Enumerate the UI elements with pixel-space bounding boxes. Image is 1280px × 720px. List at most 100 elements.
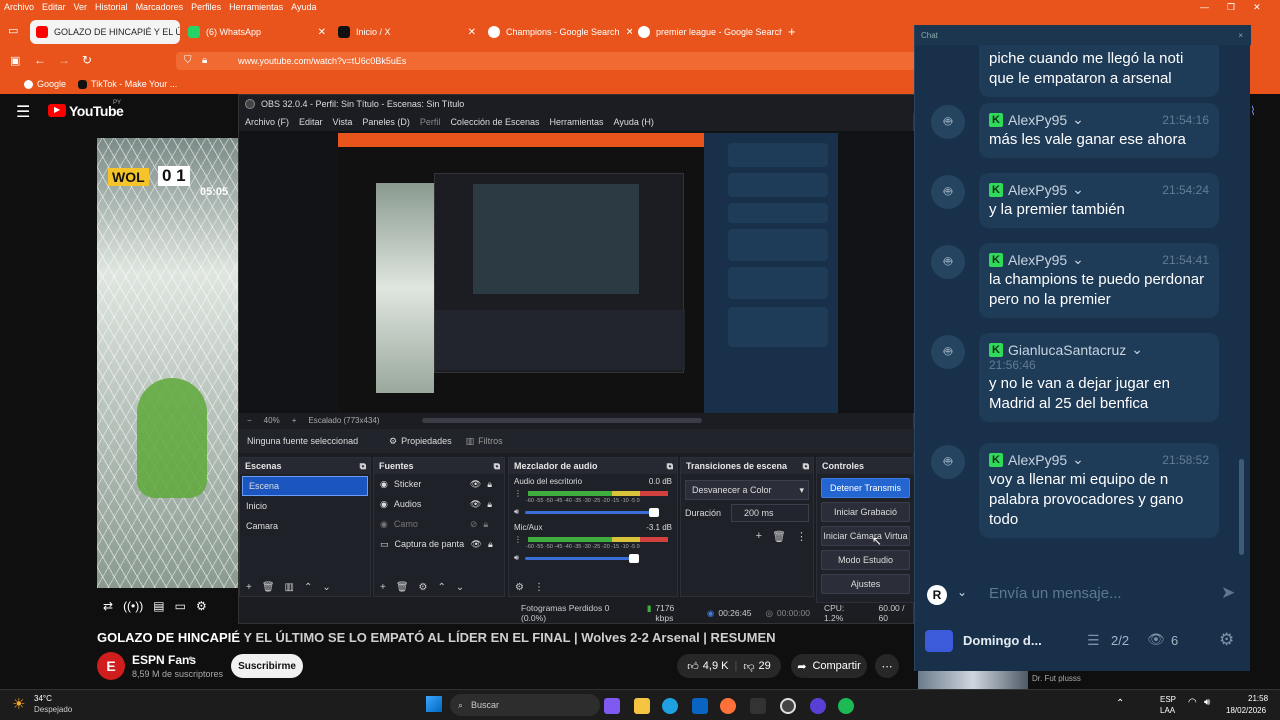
weather-temp[interactable]: 34°C [34,694,52,703]
loop-icon[interactable]: ⇄ [103,599,113,613]
tab-premier[interactable]: premier league - Google Search ✕ [632,20,782,44]
trash-icon[interactable]: 🗑︎ [396,582,409,593]
bookmark-google[interactable]: Google [24,79,66,89]
source-item[interactable]: ◉ Audios 👁︎ 🔒︎ [374,494,504,514]
menu-ayuda[interactable]: Ayuda [291,2,316,12]
like-button[interactable]: 👍︎ 4,9 K [687,660,728,673]
message-user[interactable]: AlexPy95 [1008,252,1067,268]
speaker-icon[interactable]: 🔊︎ [514,553,519,563]
stream-user[interactable]: Domingo d... [963,633,1042,648]
chevron-down-icon[interactable]: ⌄ [1131,341,1143,358]
windows-start-icon[interactable] [426,696,442,712]
scene-item[interactable]: Escena [242,476,368,496]
volume-icon[interactable]: 🔊︎ [1204,697,1210,708]
chevron-down-icon[interactable]: ⌄ [1072,111,1084,128]
studio-mode-button[interactable]: Modo Estudio [821,550,910,570]
obs-menu-paneles[interactable]: Paneles (D) [362,117,410,127]
lang-code[interactable]: ESP [1160,695,1176,704]
subscribe-button[interactable]: Suscribirme [231,654,303,678]
scene-item[interactable]: Inicio [240,496,370,516]
more-vertical-icon[interactable]: ⋮ [796,530,807,543]
minimize-icon[interactable]: — [1200,2,1209,12]
forward-icon[interactable]: → [58,53,70,67]
add-icon[interactable]: + [246,582,252,593]
add-icon[interactable]: + [756,530,762,543]
menu-marcadores[interactable]: Marcadores [136,2,184,12]
menu-ver[interactable]: Ver [74,2,88,12]
menu-historial[interactable]: Historial [95,2,128,12]
wifi-icon[interactable]: ◠ [1188,697,1197,708]
bookmark-tiktok[interactable]: TikTok - Make Your ... [78,79,177,89]
settings-button[interactable]: Ajustes [821,574,910,594]
video-player[interactable] [97,138,247,588]
chat-message-input[interactable]: Envía un mensaje... [989,585,1122,602]
taskbar-search[interactable]: ⌕ Buscar [450,694,600,716]
tab-list-icon[interactable]: ▭ [8,24,18,37]
lock-icon[interactable]: 🔒︎ [487,499,492,510]
scene-item[interactable]: Camara [240,516,370,536]
maximize-icon[interactable]: ❐ [1227,2,1235,13]
new-tab-icon[interactable]: + [788,24,796,39]
copilot-icon[interactable] [604,698,620,714]
miniplayer-icon[interactable]: ▭ [175,599,186,613]
lock-icon[interactable]: 🔒︎ [488,539,493,550]
tab-champions[interactable]: Champions - Google Search ✕ [482,20,632,44]
undock-icon[interactable]: ⧉ [667,461,673,472]
dislike-button[interactable]: 👎︎ 29 [743,660,770,673]
tab-whatsapp[interactable]: (6) WhatsApp ✕ [182,20,332,44]
chevron-down-icon[interactable]: ⌄ [957,585,967,599]
add-icon[interactable]: + [380,582,386,593]
undock-icon[interactable]: ⧉ [360,461,366,472]
more-button[interactable]: ⋯ [875,654,899,678]
app-icon[interactable] [810,698,826,714]
channel-avatar[interactable]: E [97,652,125,680]
hamburger-menu-icon[interactable]: ☰ [16,102,30,122]
video-thumbnail[interactable] [918,671,1028,689]
close-tab-icon[interactable]: ✕ [318,27,326,38]
message-user[interactable]: AlexPy95 [1008,112,1067,128]
file-explorer-icon[interactable] [634,698,650,714]
obs-menu-coleccion[interactable]: Colección de Escenas [450,117,539,127]
obs-menu-vista[interactable]: Vista [333,117,353,127]
tracking-shield-icon[interactable]: ⛉ [184,55,192,66]
filter-icon[interactable]: ▥ [285,582,294,593]
stop-stream-button[interactable]: Detener Transmis [821,478,910,498]
chat-scrollbar[interactable] [1239,459,1244,555]
properties-button[interactable]: ⚙ Propiedades [389,436,452,447]
visibility-eye-icon[interactable]: 👁︎ [470,479,481,490]
virtual-camera-button[interactable]: Iniciar Cámara Virtua [821,526,910,546]
obs-menu-archivo[interactable]: Archivo (F) [245,117,289,127]
share-button[interactable]: ➦ Compartir [791,654,867,678]
user-avatar[interactable]: 🤖︎ [931,175,965,209]
gear-icon[interactable]: ⚙ [419,582,428,593]
volume-slider[interactable] [525,553,640,563]
volume-slider[interactable] [525,507,660,517]
back-icon[interactable]: ← [34,53,46,67]
menu-herramientas[interactable]: Herramientas [229,2,283,12]
trash-icon[interactable]: 🗑︎ [262,582,275,593]
obs-menu-editar[interactable]: Editar [299,117,323,127]
broadcast-icon[interactable]: ((•)) [123,599,143,613]
clock-time[interactable]: 21:58 [1248,694,1268,703]
source-item[interactable]: ◉ Sticker 👁︎ 🔒︎ [374,474,504,494]
lock-icon[interactable]: 🔒︎ [487,479,492,490]
chevron-down-icon[interactable]: ⌄ [1072,181,1084,198]
hidden-eye-icon[interactable]: ⊘ [470,519,478,530]
obs-preview-canvas[interactable] [338,133,838,413]
start-recording-button[interactable]: Iniciar Grabació [821,502,910,522]
user-avatar[interactable]: 🤖︎ [931,105,965,139]
tray-chevron-up-icon[interactable]: ⌃ [1116,698,1124,709]
obs-menu-herramientas[interactable]: Herramientas [550,117,604,127]
user-avatar[interactable]: 🤖︎ [931,445,965,479]
gear-icon[interactable]: ⚙ [515,582,524,593]
chevron-down-icon[interactable]: ⌄ [1072,451,1084,468]
obs-menu-perfil[interactable]: Perfil [420,117,441,127]
close-tab-icon[interactable]: ✕ [468,27,476,38]
mic-icon[interactable]: ⌇ [1250,104,1256,118]
chevron-down-icon[interactable]: ⌄ [1072,251,1084,268]
undock-icon[interactable]: ⧉ [803,461,809,472]
source-item[interactable]: ◉ Camo ⊘ 🔒︎ [374,514,504,534]
menu-editar[interactable]: Editar [42,2,66,12]
speaker-icon[interactable]: 🔊︎ [514,507,519,517]
capcut-icon[interactable] [750,698,766,714]
